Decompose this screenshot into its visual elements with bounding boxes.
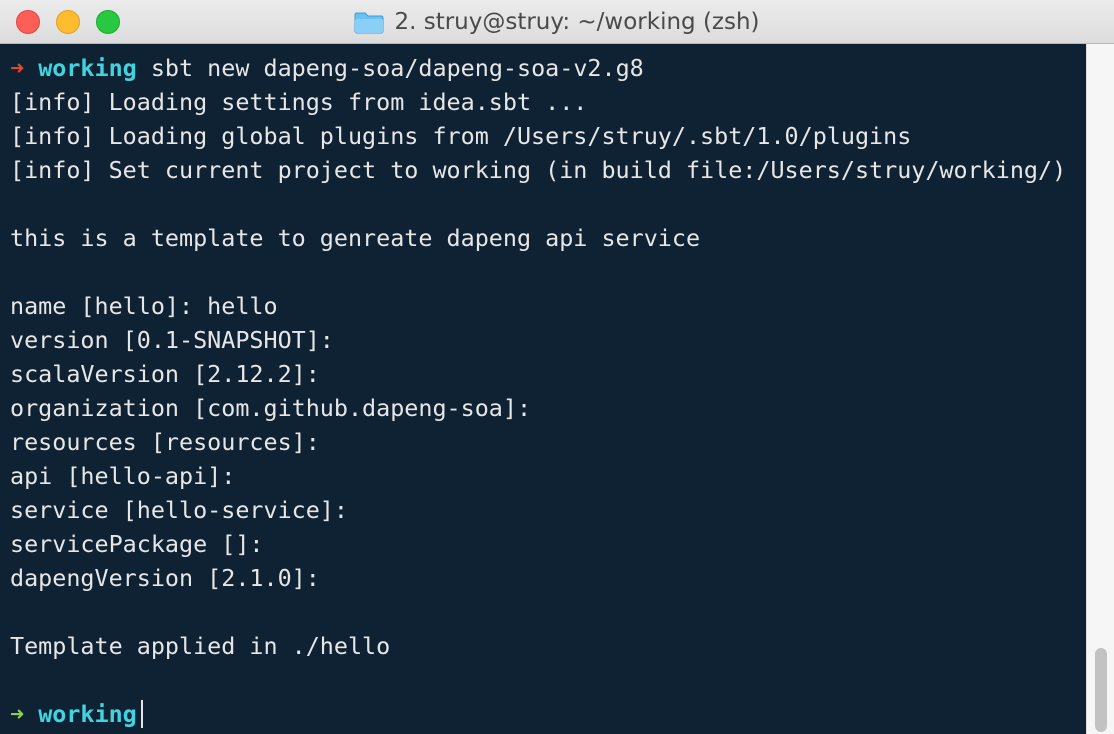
command-text: sbt new dapeng-soa/dapeng-soa-v2.g8 — [136, 54, 644, 82]
scrollbar-thumb[interactable] — [1095, 648, 1107, 732]
output-line: scalaVersion [2.12.2]: — [10, 360, 320, 388]
output-line: service [hello-service]: — [10, 496, 348, 524]
prompt-arrow-icon: ➜ — [10, 54, 25, 82]
text-cursor — [140, 700, 143, 728]
command-line: ➜ working sbt new dapeng-soa/dapeng-soa-… — [10, 51, 1066, 85]
folder-icon — [354, 12, 384, 33]
output-line: Template applied in ./hello — [10, 632, 391, 660]
prompt-arrow-icon: ➜ — [10, 700, 25, 728]
output-line: [info] Loading settings from idea.sbt ..… — [10, 88, 588, 116]
prompt-directory: working — [38, 700, 137, 728]
output-line: name [hello]: hello — [10, 292, 278, 320]
output-line: version [0.1-SNAPSHOT]: — [10, 326, 334, 354]
terminal-window: 2. struy@struy: ~/working (zsh) ➜ workin… — [0, 0, 1114, 734]
scrollbar-track[interactable] — [1086, 44, 1114, 734]
output-line: this is a template to genreate dapeng ap… — [10, 224, 701, 252]
output-line: organization [com.github.dapeng-soa]: — [10, 394, 532, 422]
output-line: [info] Loading global plugins from /User… — [10, 122, 912, 150]
output-line — [10, 255, 1066, 289]
terminal-output: ➜ working sbt new dapeng-soa/dapeng-soa-… — [10, 51, 1066, 731]
title-bar[interactable]: 2. struy@struy: ~/working (zsh) — [0, 0, 1114, 44]
output-line: resources [resources]: — [10, 428, 320, 456]
output-line: dapengVersion [2.1.0]: — [10, 564, 320, 592]
output-line — [10, 187, 1066, 221]
output-line: api [hello-api]: — [10, 462, 236, 490]
final-prompt-line: ➜ working — [10, 697, 1066, 731]
terminal-content[interactable]: ➜ working sbt new dapeng-soa/dapeng-soa-… — [0, 44, 1086, 734]
output-line: servicePackage []: — [10, 530, 264, 558]
prompt-directory: working — [38, 54, 137, 82]
output-line — [10, 663, 1066, 697]
window-title-group: 2. struy@struy: ~/working (zsh) — [0, 0, 1114, 44]
output-line: [info] Set current project to working (i… — [10, 156, 1067, 184]
output-line — [10, 595, 1066, 629]
window-title: 2. struy@struy: ~/working (zsh) — [394, 9, 760, 35]
